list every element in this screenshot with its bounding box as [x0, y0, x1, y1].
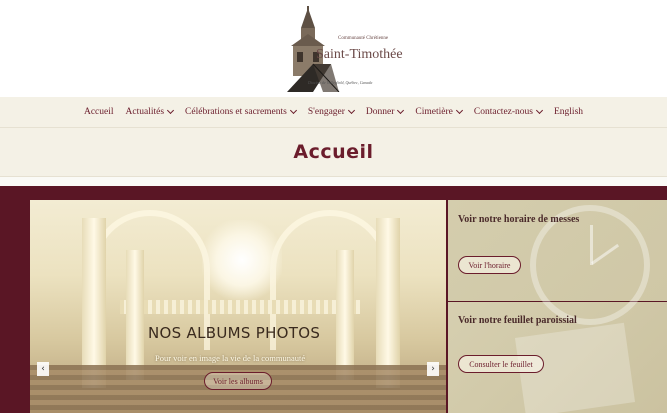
slider-prev-button[interactable]: ‹	[37, 362, 49, 376]
chevron-right-icon: ›	[431, 364, 435, 374]
nav-item-contact[interactable]: Contactez-nous	[468, 106, 548, 117]
mass-schedule-title: Voir notre horaire de messes	[458, 214, 580, 225]
balcony-decoration	[120, 300, 360, 314]
nav-label: English	[553, 107, 584, 117]
nav-item-celebrations[interactable]: Célébrations et sacrements	[179, 106, 302, 117]
view-albums-button[interactable]: Voir les albums	[204, 372, 272, 390]
spacer	[0, 177, 667, 186]
nav-item-donner[interactable]: Donner	[360, 106, 410, 117]
chevron-down-icon	[166, 106, 175, 115]
nav-label: S'engager	[307, 107, 345, 117]
page-title: Accueil	[293, 141, 374, 163]
logo-name-text: Saint-Timothée	[316, 47, 403, 62]
bulletin-title: Voir notre feuillet paroissial	[458, 315, 577, 326]
nav-item-sengager[interactable]: S'engager	[302, 106, 360, 117]
light-window	[202, 220, 282, 300]
column-decoration	[126, 250, 144, 380]
slider-next-button[interactable]: ›	[427, 362, 439, 376]
column-decoration	[82, 218, 106, 388]
chevron-down-icon	[397, 106, 405, 115]
logo-community-text: Communauté Chrétienne	[338, 36, 389, 41]
clock-hand-decoration	[590, 225, 593, 265]
nav-item-accueil[interactable]: Accueil	[78, 107, 120, 117]
nav-label: Contactez-nous	[473, 107, 533, 117]
chevron-down-icon	[455, 106, 463, 115]
main-nav: Accueil Actualités Célébrations et sacre…	[0, 97, 667, 127]
page-title-bar: Accueil	[0, 127, 667, 177]
nav-label: Cimetière	[415, 107, 453, 117]
nav-item-cimetiere[interactable]: Cimetière	[409, 106, 467, 117]
site-header: Communauté Chrétienne Saint-Timothée Dio…	[0, 0, 667, 97]
column-decoration	[376, 218, 400, 388]
nav-item-english[interactable]: English	[548, 107, 589, 117]
nav-label: Actualités	[125, 107, 165, 117]
nav-label: Accueil	[83, 107, 114, 117]
chevron-left-icon: ‹	[41, 364, 45, 374]
chevron-down-icon	[347, 106, 355, 115]
slide-subtitle: Pour voir en image la vie de la communau…	[155, 353, 306, 363]
logo-location-text: Diocèse de Valleyfield, Québec, Canada	[308, 80, 373, 85]
view-bulletin-button[interactable]: Consulter le feuillet	[458, 355, 544, 373]
nav-label: Donner	[365, 107, 395, 117]
chevron-down-icon	[289, 106, 297, 115]
nav-item-actualites[interactable]: Actualités	[120, 106, 180, 117]
chevron-down-icon	[535, 106, 544, 115]
slide-title: NOS ALBUMS PHOTOS	[148, 324, 321, 342]
view-schedule-button[interactable]: Voir l'horaire	[458, 256, 521, 274]
column-decoration	[336, 250, 354, 380]
nav-label: Célébrations et sacrements	[185, 107, 287, 117]
